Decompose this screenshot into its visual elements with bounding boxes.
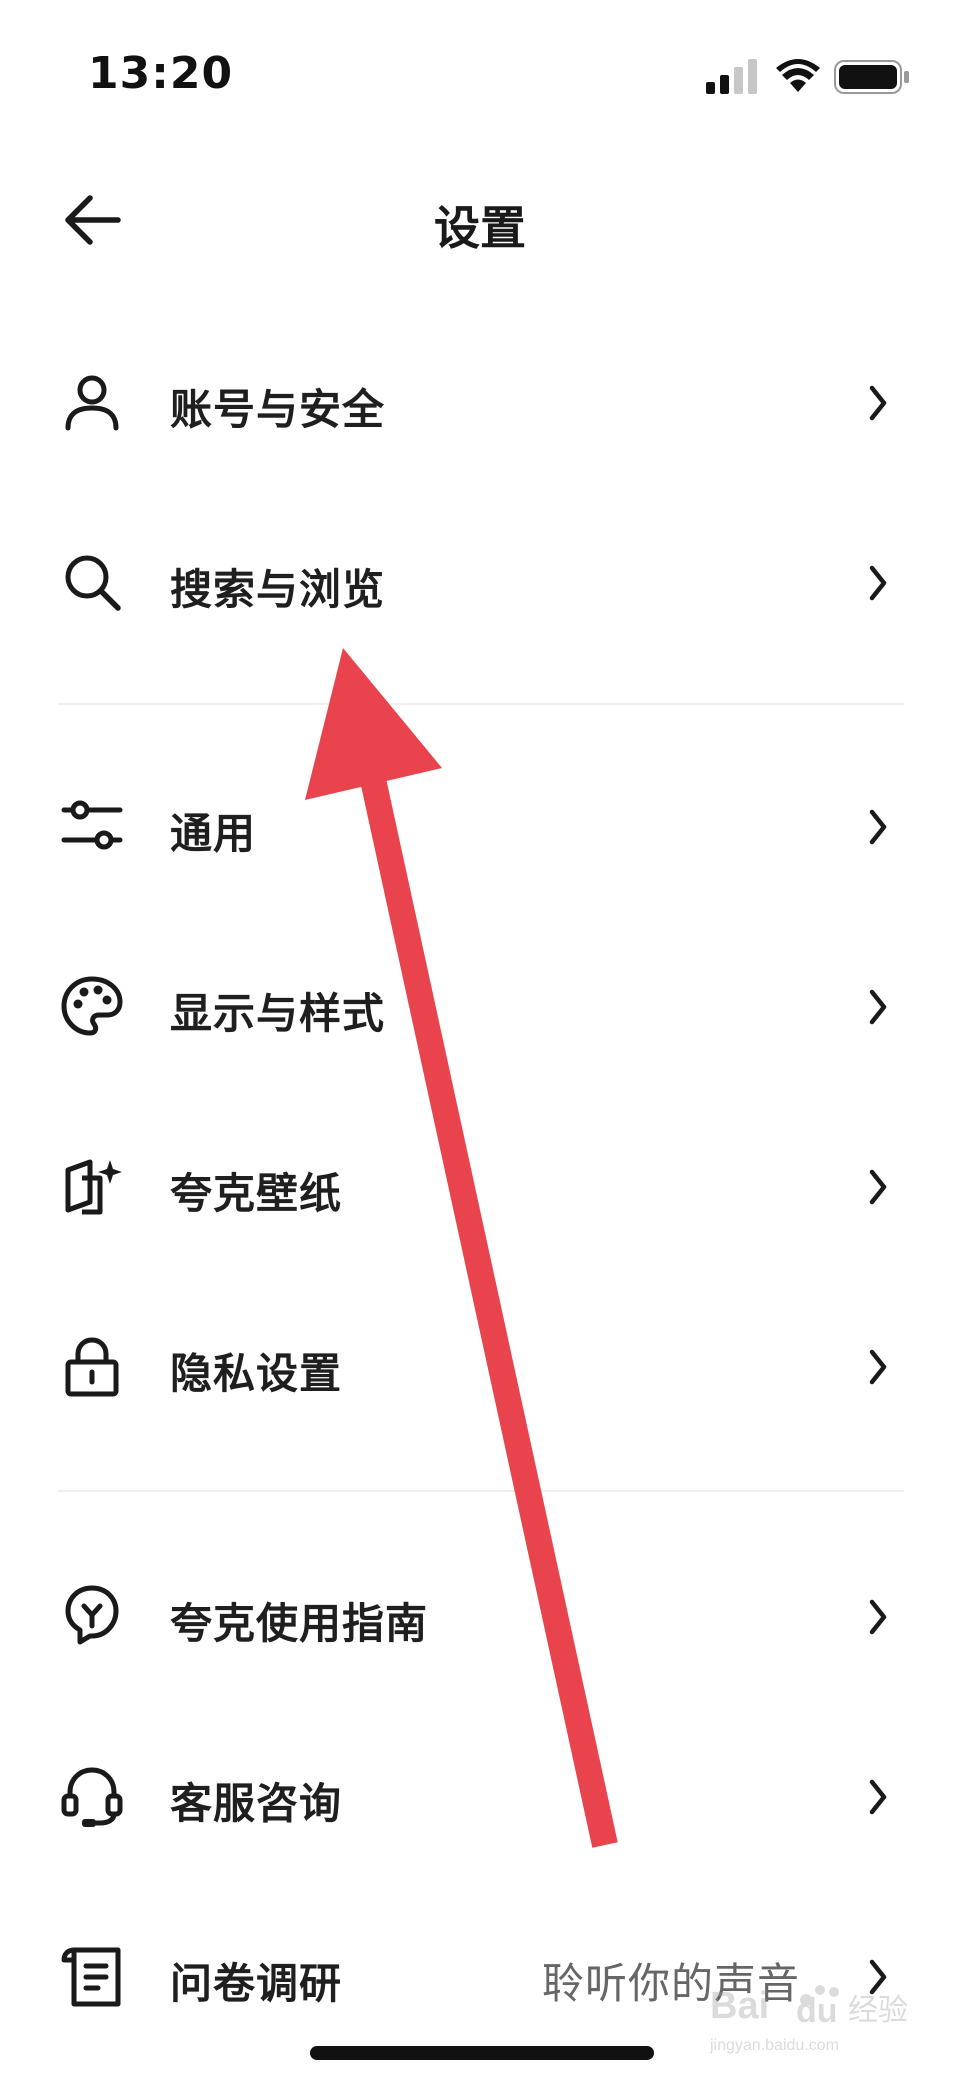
- chevron-right-icon: [869, 565, 887, 601]
- chevron-right-icon: [869, 989, 887, 1025]
- search-icon: [65, 555, 121, 611]
- wifi-icon: [776, 59, 820, 92]
- svg-text:Bai: Bai: [710, 1985, 769, 2027]
- settings-item-display[interactable]: 显示与样式: [0, 930, 960, 1080]
- chevron-right-icon: [869, 385, 887, 421]
- home-indicator[interactable]: [310, 2046, 654, 2060]
- battery-icon: [834, 60, 909, 94]
- settings-item-label: 问卷调研: [170, 1959, 343, 2008]
- status-icons: [706, 59, 909, 94]
- sliders-icon: [61, 800, 123, 850]
- svg-text:jingyan.baidu.com: jingyan.baidu.com: [710, 2037, 839, 2054]
- chevron-right-icon: [869, 1779, 887, 1815]
- svg-text:du: du: [796, 1992, 838, 2030]
- baidu-watermark: Bai du 经验 jingyan.baidu.com: [710, 1985, 908, 2054]
- group-divider: [58, 703, 904, 705]
- settings-screen: 13:20 设置 账号与安全 搜索与浏览 通用 显示与样式 夸克壁纸 隐私设置 …: [0, 0, 960, 2079]
- chevron-right-icon: [869, 809, 887, 845]
- settings-item-wallpaper[interactable]: 夸克壁纸: [0, 1110, 960, 1260]
- chevron-right-icon: [869, 1349, 887, 1385]
- lightbulb-icon: [65, 1585, 119, 1645]
- settings-item-privacy[interactable]: 隐私设置: [0, 1290, 960, 1440]
- status-time: 13:20: [88, 48, 234, 99]
- wallpaper-icon: [65, 1159, 122, 1215]
- settings-item-label: 显示与样式: [170, 989, 386, 1038]
- chevron-right-icon: [869, 1599, 887, 1635]
- settings-item-label: 搜索与浏览: [170, 565, 386, 614]
- palette-icon: [61, 976, 123, 1036]
- nav-bar: 设置: [0, 170, 960, 270]
- settings-item-search[interactable]: 搜索与浏览: [0, 506, 960, 656]
- group-divider: [58, 1490, 904, 1492]
- settings-item-label: 隐私设置: [170, 1349, 343, 1398]
- lock-icon: [65, 1337, 119, 1397]
- settings-item-label: 客服咨询: [170, 1779, 343, 1828]
- settings-item-account[interactable]: 账号与安全: [0, 326, 960, 476]
- page-title: 设置: [434, 201, 526, 255]
- headset-icon: [61, 1767, 123, 1827]
- survey-icon: [61, 1947, 121, 2007]
- settings-item-label: 通用: [170, 809, 257, 858]
- svg-text:经验: 经验: [848, 1993, 908, 2028]
- settings-item-label: 夸克使用指南: [170, 1599, 429, 1648]
- settings-item-support[interactable]: 客服咨询: [0, 1720, 960, 1870]
- chevron-right-icon: [869, 1169, 887, 1205]
- settings-item-general[interactable]: 通用: [0, 750, 960, 900]
- status-bar: 13:20: [0, 0, 960, 150]
- cellular-signal-icon: [706, 59, 757, 94]
- settings-item-guide[interactable]: 夸克使用指南: [0, 1540, 960, 1690]
- user-icon: [65, 375, 119, 431]
- settings-item-label: 账号与安全: [170, 385, 386, 434]
- settings-item-label: 夸克壁纸: [170, 1169, 343, 1218]
